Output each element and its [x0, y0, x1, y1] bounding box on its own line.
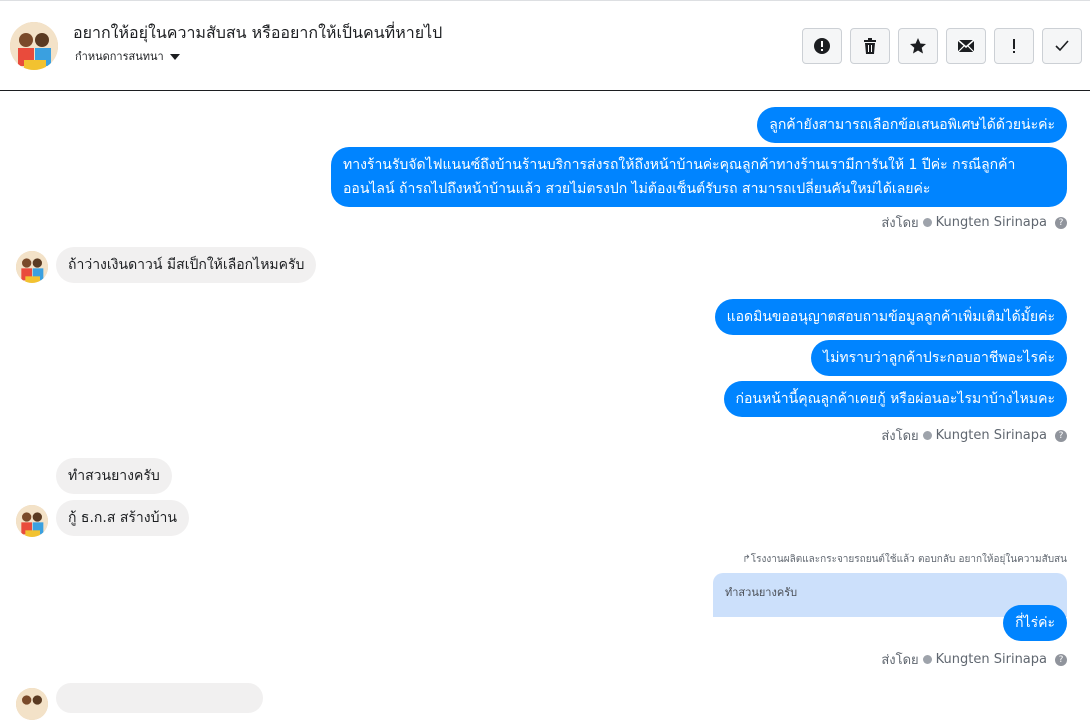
- message-line: ออนไลน์ ถ้ารถไปถึงหน้าบ้านแล้ว สวยไม่ตรง…: [343, 181, 931, 197]
- help-icon[interactable]: ?: [1055, 429, 1067, 442]
- contact-avatar-small[interactable]: [16, 505, 48, 537]
- contact-avatar-small[interactable]: [16, 251, 48, 283]
- conversation-title: อยากให้อยุ่ในความสับสน หรืออยากให้เป็นคน…: [73, 23, 443, 42]
- outgoing-message[interactable]: ไม่ทราบว่าลูกค้าประกอบอาชีพอะไรค่ะ: [811, 340, 1067, 376]
- incoming-message[interactable]: กู้ ธ.ก.ส สร้างบ้าน: [56, 500, 189, 536]
- help-icon[interactable]: ?: [1055, 216, 1067, 229]
- sender-name[interactable]: Kungten Sirinapa: [936, 652, 1047, 667]
- trash-icon: [864, 38, 876, 54]
- reply-note: ↱โรงงานผลิตและกระจายรถยนต์ใช้แล้ว ตอบกลั…: [742, 554, 1067, 565]
- avatar-image: [16, 251, 48, 283]
- mark-unread-button[interactable]: [946, 28, 986, 64]
- sent-by-label: ส่งโดย Kungten Sirinapa ?: [881, 425, 1067, 446]
- avatar-image: [16, 505, 48, 537]
- conversation-label-dropdown[interactable]: กำหนดการสนทนา: [75, 47, 180, 65]
- caret-down-icon: [169, 54, 180, 60]
- spam-button[interactable]: [994, 28, 1034, 64]
- label-dropdown-text: กำหนดการสนทนา: [75, 50, 164, 63]
- help-icon[interactable]: ?: [1055, 653, 1067, 666]
- outgoing-message[interactable]: ทางร้านรับจัดไฟแนนซ์ถึงบ้านร้านบริการส่ง…: [331, 147, 1067, 207]
- exclaim-icon: [1013, 39, 1015, 53]
- outgoing-message[interactable]: แอดมินขออนุญาตสอบถามข้อมูลลูกค้าเพิ่มเติ…: [714, 299, 1067, 335]
- message-line: ทางร้านรับจัดไฟแนนซ์ถึงบ้านร้านบริการส่ง…: [343, 157, 1016, 173]
- star-button[interactable]: [898, 28, 938, 64]
- report-icon: [814, 38, 830, 54]
- avatar-image: [16, 688, 48, 720]
- mail-icon: [957, 39, 975, 53]
- outgoing-message[interactable]: กี่ไร่ค่ะ: [1003, 605, 1067, 641]
- gear-icon: [922, 431, 932, 440]
- done-button[interactable]: [1042, 28, 1082, 64]
- incoming-message[interactable]: ถ้าว่างเงินดาวน์ มีสเป็กให้เลือกไหมครับ: [56, 247, 317, 283]
- star-icon: [910, 38, 926, 54]
- sent-by-label: ส่งโดย Kungten Sirinapa ?: [881, 212, 1067, 233]
- contact-avatar[interactable]: [10, 22, 58, 70]
- gear-icon: [922, 655, 932, 664]
- sender-name[interactable]: Kungten Sirinapa: [936, 428, 1047, 443]
- gear-icon: [922, 218, 932, 227]
- delete-button[interactable]: [850, 28, 890, 64]
- incoming-message[interactable]: ทำสวนยางครับ: [56, 458, 172, 494]
- incoming-message-partial[interactable]: [56, 683, 263, 713]
- conversation-header: อยากให้อยุ่ในความสับสน หรืออยากให้เป็นคน…: [0, 0, 1090, 91]
- sender-name[interactable]: Kungten Sirinapa: [936, 215, 1047, 230]
- sent-by-prefix: ส่งโดย: [881, 429, 919, 444]
- report-button[interactable]: [802, 28, 842, 64]
- sent-by-prefix: ส่งโดย: [881, 653, 919, 668]
- sent-by-label: ส่งโดย Kungten Sirinapa ?: [881, 649, 1067, 670]
- outgoing-message[interactable]: ลูกค้ายังสามารถเลือกข้อเสนอพิเศษได้ด้วยน…: [757, 107, 1067, 143]
- outgoing-message[interactable]: ก่อนหน้านี้คุณลูกค้าเคยกู้ หรือผ่อนอะไรม…: [723, 381, 1067, 417]
- avatar-image: [10, 22, 58, 70]
- check-icon: [1055, 40, 1069, 52]
- contact-avatar-small[interactable]: [16, 688, 48, 720]
- sent-by-prefix: ส่งโดย: [881, 216, 919, 231]
- header-actions: [802, 28, 1082, 64]
